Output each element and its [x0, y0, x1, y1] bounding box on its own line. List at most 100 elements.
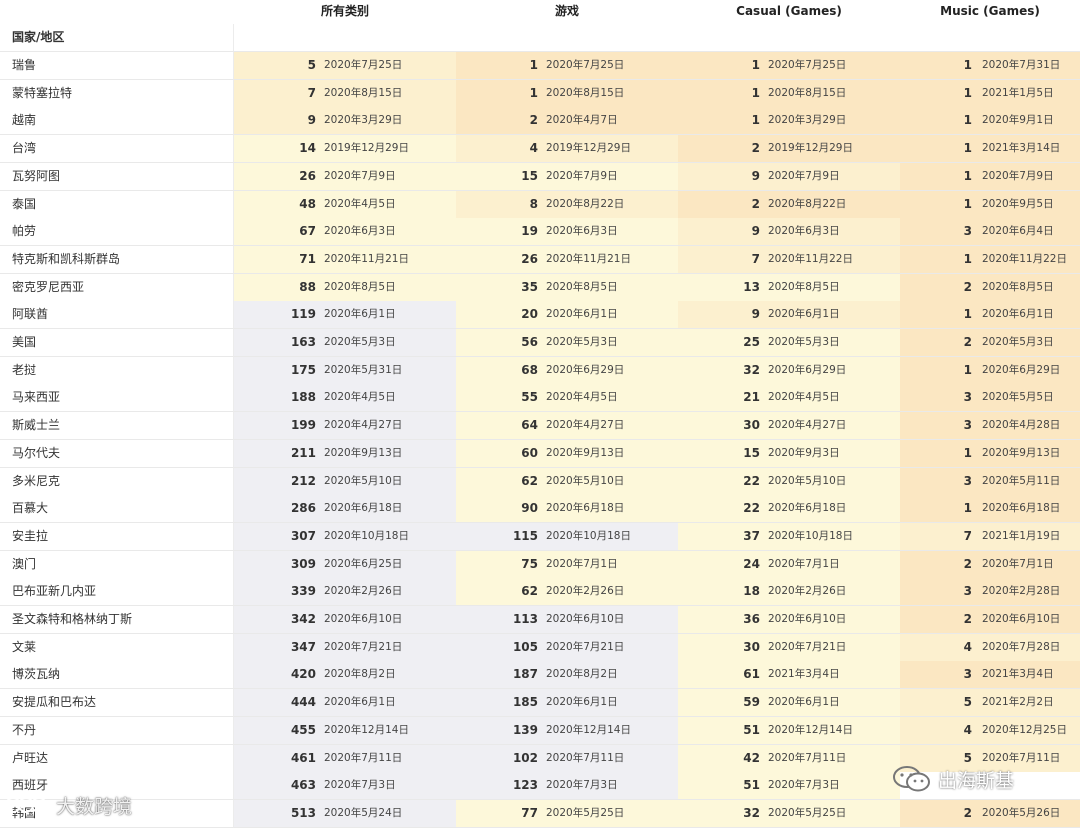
rank-value: 1: [963, 362, 972, 377]
rank-date: 2020年6月29日: [982, 363, 1061, 376]
table-row[interactable]: 斯威士兰 199 2020年4月27日 64 2020年4月27日 30 2020年4月27…: [0, 412, 1080, 441]
rank-date: 2020年7月9日: [982, 169, 1054, 182]
rank-value: 55: [521, 390, 538, 405]
table-row[interactable]: 密克罗尼西亚 88 2020年8月5日 35 2020年8月5日 13 2020年8月5日 2…: [0, 273, 1080, 302]
column-header-casual-games[interactable]: Casual (Games): [678, 0, 900, 26]
table-row[interactable]: 美国 163 2020年5月3日 56 2020年5月3日 25 2020年5月3日 2 202…: [0, 329, 1080, 357]
rank-date: 2021年2月2日: [982, 696, 1054, 709]
rank-value: 36: [743, 612, 760, 626]
country-name: 马来西亚: [0, 384, 234, 413]
country-name: 老挝: [0, 356, 234, 385]
rank-date: 2020年5月11日: [982, 474, 1061, 487]
table-row[interactable]: 泰国 48 2020年4月5日 8 2020年8月22日 2 2020年8月22日 1 2020…: [0, 190, 1080, 219]
table-row[interactable]: 台湾 14 2019年12月29日 4 2019年12月29日 2 2019年12月29日 1…: [0, 135, 1080, 164]
rank-cell: 3 2020年2月28日: [900, 578, 1080, 607]
table-row[interactable]: 百慕大 286 2020年6月18日 90 2020年6月18日 22 2020年6月18日…: [0, 495, 1080, 524]
rank-date: 2020年7月25日: [324, 59, 403, 71]
rank-cell: 463 2020年7月3日: [234, 772, 456, 801]
table-row[interactable]: 越南 9 2020年3月29日 2 2020年4月7日 1 2020年3月29日 1 2020年…: [0, 107, 1080, 136]
country-name: 文莱: [0, 633, 234, 662]
rank-cell: 1 2020年11月22日: [900, 245, 1080, 274]
rank-value: 513: [290, 805, 316, 820]
rank-date: 2020年7月1日: [546, 557, 618, 570]
rank-cell: 163 2020年5月3日: [234, 329, 456, 357]
rank-date: 2020年8月2日: [546, 668, 618, 681]
rank-date: 2020年4月5日: [768, 391, 840, 404]
rank-value: 4: [963, 722, 972, 737]
table-row[interactable]: 不丹 455 2020年12月14日 139 2020年12月14日 51 2020年12月…: [0, 716, 1080, 745]
table-row[interactable]: 澳门 309 2020年6月25日 75 2020年7月1日 24 2020年7月1日 2 20…: [0, 550, 1080, 579]
rank-value: 75: [521, 556, 538, 571]
rank-value: 1: [963, 196, 972, 211]
rank-value: 15: [743, 445, 760, 460]
table-row[interactable]: 蒙特塞拉特 7 2020年8月15日 1 2020年8月15日 1 2020年8月15日 1 2…: [0, 79, 1080, 108]
rank-value: 26: [299, 168, 316, 183]
rank-date: 2020年10月18日: [324, 529, 409, 542]
table-row[interactable]: 瑞鲁 5 2020年7月25日 1 2020年7月25日 1 2020年7月25日 1 2020…: [0, 52, 1080, 80]
rank-cell: 24 2020年7月1日: [678, 550, 900, 579]
rank-cell: 62 2020年2月26日: [456, 578, 678, 607]
rank-date: 2020年8月5日: [768, 280, 840, 293]
table-row[interactable]: 博茨瓦纳 420 2020年8月2日 187 2020年8月2日 61 2021年3月4日 3…: [0, 661, 1080, 690]
rank-cell: 36 2020年6月10日: [678, 606, 900, 634]
rank-cell: 309 2020年6月25日: [234, 550, 456, 579]
rank-date: 2021年3月4日: [982, 668, 1054, 681]
rank-cell: 7 2021年1月19日: [900, 522, 1080, 551]
rank-cell: 444 2020年6月1日: [234, 689, 456, 718]
table-row[interactable]: 阿联酋 119 2020年6月1日 20 2020年6月1日 9 2020年6月1日 1 202…: [0, 301, 1080, 330]
rank-date: 2020年8月15日: [546, 86, 625, 99]
rank-date: 2020年6月18日: [546, 502, 625, 515]
rank-date: 2020年6月29日: [768, 363, 847, 376]
rank-value: 113: [512, 612, 538, 626]
column-header-games[interactable]: 游戏: [456, 0, 678, 26]
rank-value: 347: [290, 639, 316, 654]
rank-value: 90: [521, 501, 538, 516]
rank-value: 2: [529, 113, 538, 128]
rank-cell: 51 2020年7月3日: [678, 772, 900, 801]
table-row[interactable]: 马来西亚 188 2020年4月5日 55 2020年4月5日 21 2020年4月5日 3 2…: [0, 384, 1080, 413]
table-row[interactable]: 巴布亚新几内亚 339 2020年2月26日 62 2020年2月26日 18 2020年2…: [0, 578, 1080, 607]
country-name: 台湾: [0, 135, 234, 164]
rank-value: 62: [521, 473, 538, 488]
rank-value: 9: [751, 224, 760, 239]
rank-cell: 119 2020年6月1日: [234, 301, 456, 330]
rank-cell: 9 2020年6月3日: [678, 218, 900, 247]
rank-value: 59: [743, 695, 760, 710]
table-row[interactable]: 文莱 347 2020年7月21日 105 2020年7月21日 30 2020年7月21日…: [0, 633, 1080, 662]
rank-value: 1: [963, 85, 972, 100]
table-row[interactable]: 安圭拉 307 2020年10月18日 115 2020年10月18日 37 2020年10…: [0, 522, 1080, 551]
rank-date: 2020年4月28日: [982, 419, 1061, 432]
rank-date: 2021年3月4日: [768, 668, 840, 681]
rank-date: 2020年12月14日: [324, 723, 409, 736]
table-row[interactable]: 多米尼克 212 2020年5月10日 62 2020年5月10日 22 2020年5月10…: [0, 467, 1080, 496]
table-row[interactable]: 特克斯和凯科斯群岛 71 2020年11月21日 26 2020年11月21日 7 2020…: [0, 245, 1080, 274]
rank-cell: 68 2020年6月29日: [456, 356, 678, 385]
rank-value: 37: [743, 528, 760, 543]
watermark-left-text: 大数跨境: [56, 796, 133, 818]
rank-date: 2020年7月9日: [768, 169, 840, 182]
rank-cell: 3 2020年4月28日: [900, 412, 1080, 441]
table-row[interactable]: 安提瓜和巴布达 444 2020年6月1日 185 2020年6月1日 59 2020年6月…: [0, 689, 1080, 718]
table-row[interactable]: 圣文森特和格林纳丁斯 342 2020年6月10日 113 2020年6月10日 36 20…: [0, 606, 1080, 634]
table-row[interactable]: 马尔代夫 211 2020年9月13日 60 2020年9月13日 15 2020年9月3日…: [0, 439, 1080, 468]
rank-date: 2020年6月1日: [546, 696, 618, 709]
rank-cell: 37 2020年10月18日: [678, 522, 900, 551]
rank-value: 3: [963, 224, 972, 239]
rank-date: 2020年7月11日: [324, 751, 403, 764]
column-header-music-games[interactable]: Music (Games): [900, 0, 1080, 26]
rank-date: 2020年5月3日: [982, 336, 1054, 348]
table-row[interactable]: 瓦努阿图 26 2020年7月9日 15 2020年7月9日 9 2020年7月9日 1 202…: [0, 162, 1080, 191]
rank-cell: 199 2020年4月27日: [234, 412, 456, 441]
rank-date: 2020年7月25日: [768, 59, 847, 71]
rank-date: 2020年8月5日: [324, 280, 396, 293]
rank-cell: 1 2020年8月15日: [456, 79, 678, 108]
column-header-all-categories[interactable]: 所有类别: [234, 0, 456, 26]
country-name: 安圭拉: [0, 522, 234, 551]
rank-value: 7: [963, 528, 972, 543]
rank-cell: 342 2020年6月10日: [234, 606, 456, 634]
table-row[interactable]: 老挝 175 2020年5月31日 68 2020年6月29日 32 2020年6月29日 1…: [0, 356, 1080, 385]
table-row[interactable]: 帕劳 67 2020年6月3日 19 2020年6月3日 9 2020年6月3日 3 2020年…: [0, 218, 1080, 247]
country-name: 阿联酋: [0, 301, 234, 330]
rank-date: 2020年8月2日: [324, 668, 396, 681]
table-row[interactable]: 韩国 513 2020年5月24日 77 2020年5月25日 32 2020年5月25日 2…: [0, 799, 1080, 828]
